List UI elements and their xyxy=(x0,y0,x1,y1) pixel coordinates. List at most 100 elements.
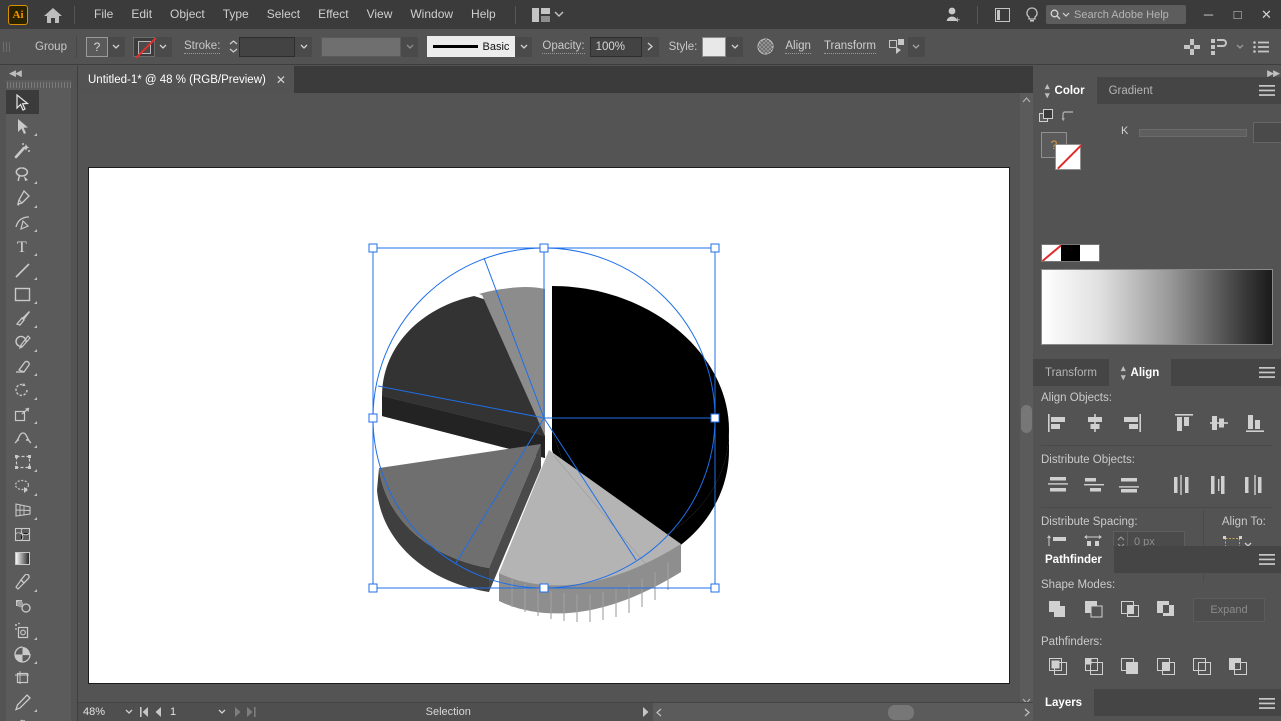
color-spectrum-ramp[interactable] xyxy=(1041,269,1273,345)
channel-k-value-field[interactable] xyxy=(1253,122,1281,143)
stroke-profile-dropdown[interactable] xyxy=(401,37,418,57)
opacity-field[interactable]: 100% xyxy=(590,37,642,57)
rectangle-tool[interactable] xyxy=(6,282,39,306)
toolbar-collapse-button[interactable]: ◀◀ xyxy=(0,66,77,80)
canvas-scroll-thumb-vertical[interactable] xyxy=(1021,405,1032,433)
pen-tool[interactable] xyxy=(6,186,39,210)
status-text[interactable]: Selection xyxy=(258,706,639,718)
align-link[interactable]: Align xyxy=(785,40,811,54)
distribute-bottom-icon[interactable] xyxy=(1112,471,1148,499)
last-artboard-button[interactable] xyxy=(244,703,258,721)
color-stroke-swatch-none[interactable] xyxy=(1055,144,1081,170)
next-artboard-button[interactable] xyxy=(230,703,244,721)
align-to-grid-icon[interactable] xyxy=(1182,37,1202,57)
mesh-tool[interactable] xyxy=(6,522,39,546)
tab-pathfinder[interactable]: Pathfinder xyxy=(1033,546,1114,573)
distribute-top-icon[interactable] xyxy=(1041,471,1077,499)
trim-icon[interactable] xyxy=(1077,653,1113,681)
unite-icon[interactable] xyxy=(1041,596,1077,624)
divide-icon[interactable] xyxy=(1041,653,1077,681)
distribute-right-icon[interactable] xyxy=(1237,471,1273,499)
width-tool[interactable] xyxy=(6,426,39,450)
menu-effect[interactable]: Effect xyxy=(309,0,357,29)
direct-selection-tool[interactable] xyxy=(6,114,39,138)
eraser-tool[interactable] xyxy=(6,354,39,378)
tab-transform[interactable]: Transform xyxy=(1033,359,1109,386)
tab-gradient[interactable]: Gradient xyxy=(1097,77,1165,104)
align-top-icon[interactable] xyxy=(1166,409,1202,437)
status-menu-button[interactable] xyxy=(639,703,653,721)
rotate-tool[interactable] xyxy=(6,378,39,402)
stroke-weight-field[interactable] xyxy=(239,37,295,57)
arrange-panel-icon[interactable] xyxy=(988,0,1017,29)
stroke-color-control[interactable] xyxy=(133,37,172,57)
align-right-icon[interactable] xyxy=(1112,409,1148,437)
close-icon[interactable]: ✕ xyxy=(276,73,286,87)
fill-swatch[interactable]: ? xyxy=(86,37,108,57)
swatch-white[interactable] xyxy=(1080,245,1099,261)
panel-options-icon[interactable] xyxy=(1251,37,1271,57)
tab-layers[interactable]: Layers xyxy=(1033,689,1094,716)
symbol-sprayer-tool[interactable] xyxy=(6,618,39,642)
menu-help[interactable]: Help xyxy=(462,0,505,29)
merge-icon[interactable] xyxy=(1113,653,1149,681)
zoom-level-field[interactable]: 48% xyxy=(78,703,120,721)
revert-color-icon[interactable] xyxy=(1061,110,1075,122)
document-tab[interactable]: Untitled-1* @ 48 % (RGB/Preview) ✕ xyxy=(78,66,295,93)
color-target-icon[interactable] xyxy=(1039,109,1054,124)
gradient-tool[interactable] xyxy=(6,546,39,570)
menu-file[interactable]: File xyxy=(85,0,122,29)
horizontal-scrollbar[interactable] xyxy=(653,703,1034,721)
stroke-dropdown-chevron[interactable] xyxy=(155,37,172,57)
align-left-icon[interactable] xyxy=(1041,409,1077,437)
scroll-left-button[interactable] xyxy=(653,703,666,721)
search-input[interactable]: Search Adobe Help xyxy=(1046,5,1186,24)
artboard-number-field[interactable]: 1 xyxy=(165,703,213,721)
fill-color-control[interactable]: ? xyxy=(86,37,125,57)
transform-link[interactable]: Transform xyxy=(824,40,876,54)
brush-definition-field[interactable]: Basic xyxy=(427,36,515,57)
artboard-dropdown[interactable] xyxy=(213,703,230,721)
selection-tool[interactable] xyxy=(6,90,39,114)
layers-panel-menu-icon[interactable] xyxy=(1259,698,1275,709)
magic-wand-tool[interactable] xyxy=(6,138,39,162)
scroll-right-button[interactable] xyxy=(1020,703,1033,721)
zoom-dropdown[interactable] xyxy=(120,703,137,721)
menu-edit[interactable]: Edit xyxy=(122,0,161,29)
shape-builder-tool[interactable] xyxy=(6,474,39,498)
minus-front-icon[interactable] xyxy=(1077,596,1113,624)
outline-icon[interactable] xyxy=(1185,653,1221,681)
pathfinder-panel-menu-icon[interactable] xyxy=(1259,554,1275,565)
curvature-tool[interactable] xyxy=(6,210,39,234)
chevron-down-icon[interactable] xyxy=(1236,44,1244,50)
align-vertical-center-icon[interactable] xyxy=(1202,409,1238,437)
artboard-tool[interactable] xyxy=(6,666,39,690)
distribute-vertical-center-icon[interactable] xyxy=(1077,471,1113,499)
eyedropper-tool[interactable] xyxy=(6,570,39,594)
opacity-label[interactable]: Opacity: xyxy=(542,40,584,54)
lasso-tool[interactable] xyxy=(6,162,39,186)
minus-back-icon[interactable] xyxy=(1221,653,1257,681)
stroke-weight-dropdown[interactable] xyxy=(295,37,312,57)
select-similar-icon[interactable] xyxy=(888,37,908,57)
brush-dropdown[interactable] xyxy=(515,37,532,57)
artboard[interactable] xyxy=(88,167,1010,684)
stroke-weight-stepper[interactable] xyxy=(227,37,239,57)
perspective-grid-tool[interactable] xyxy=(6,498,39,522)
menu-select[interactable]: Select xyxy=(258,0,309,29)
shaper-tool[interactable] xyxy=(6,330,39,354)
align-panel-menu-icon[interactable] xyxy=(1259,367,1275,378)
fill-dropdown-chevron[interactable] xyxy=(108,37,125,57)
expand-button[interactable]: Expand xyxy=(1193,598,1265,622)
account-avatar-icon[interactable]: + xyxy=(938,0,967,29)
style-dropdown[interactable] xyxy=(726,37,743,57)
horizontal-scroll-thumb[interactable] xyxy=(888,705,914,720)
preferences-icon[interactable] xyxy=(1209,37,1229,57)
column-graph-tool[interactable] xyxy=(6,642,39,666)
menu-type[interactable]: Type xyxy=(214,0,258,29)
previous-artboard-button[interactable] xyxy=(151,703,165,721)
align-horizontal-center-icon[interactable] xyxy=(1077,409,1113,437)
discover-bulb-icon[interactable] xyxy=(1017,0,1046,29)
menu-window[interactable]: Window xyxy=(401,0,462,29)
canvas[interactable]: 48% 1 Sele xyxy=(78,93,1033,721)
